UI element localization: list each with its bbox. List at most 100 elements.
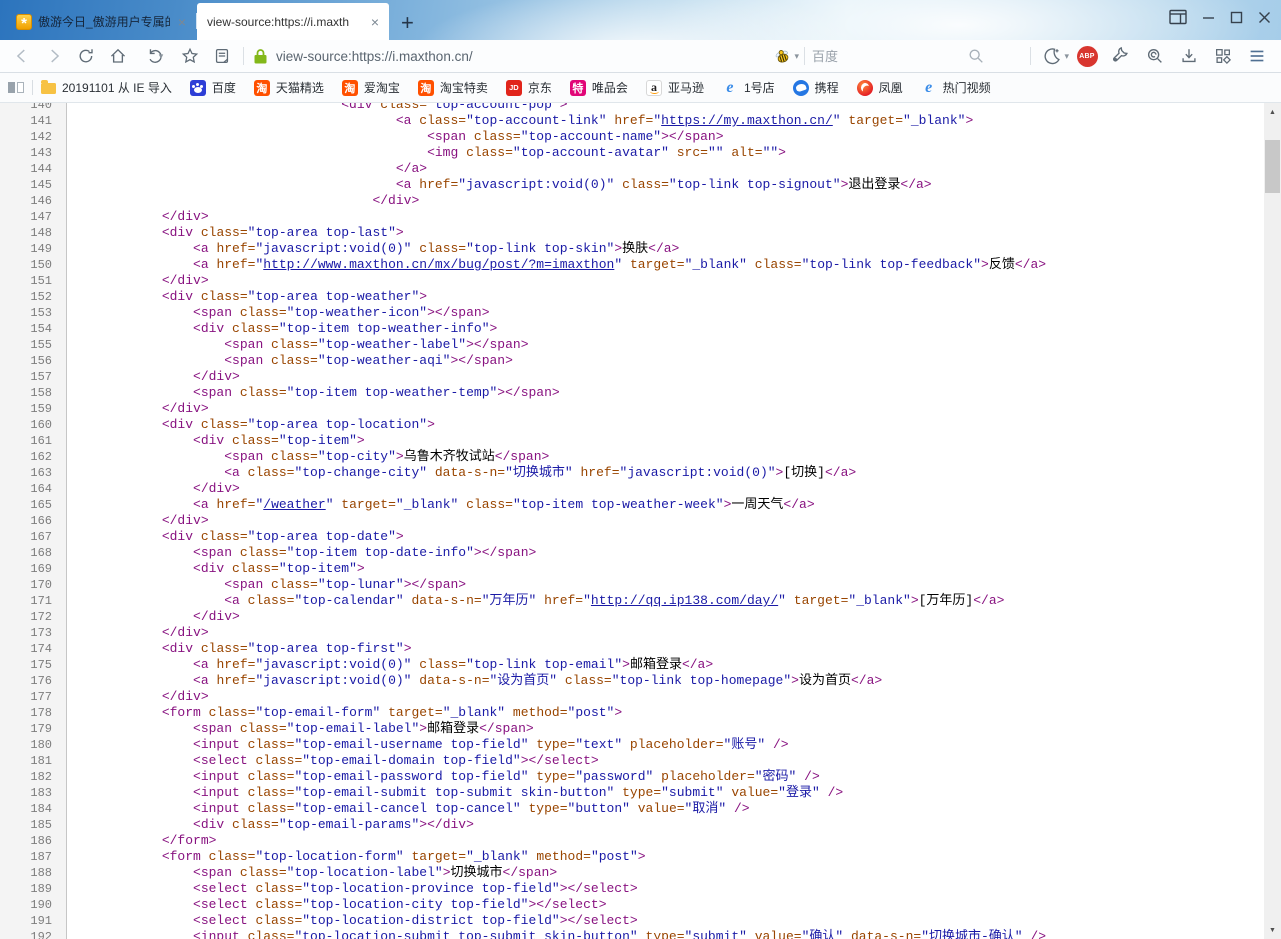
line-content: <div class="top-area top-weather"> bbox=[60, 289, 427, 305]
line-content: </div> bbox=[60, 401, 209, 417]
bookmark-label: 20191101 从 IE 导入 bbox=[62, 79, 172, 96]
toolbar-divider bbox=[1030, 47, 1031, 65]
search-engine-bee-icon[interactable] bbox=[773, 47, 792, 66]
bookmark-item[interactable]: 携程 bbox=[793, 79, 839, 96]
bookmark-label: 百度 bbox=[212, 79, 236, 96]
line-number: 148 bbox=[0, 225, 60, 241]
source-line: 184 <input class="top-email-cancel top-c… bbox=[0, 801, 1281, 817]
bookmark-item[interactable]: 淘天猫精选 bbox=[254, 79, 324, 96]
line-content: <select class="top-location-district top… bbox=[60, 913, 638, 929]
tools-wrench-icon[interactable] bbox=[1105, 46, 1137, 66]
source-line: 156 <span class="top-weather-aqi"></span… bbox=[0, 353, 1281, 369]
bookmark-folder-ie-import[interactable]: 20191101 从 IE 导入 bbox=[41, 79, 172, 96]
close-tab-icon[interactable]: × bbox=[369, 15, 381, 29]
resource-sniffer-icon[interactable] bbox=[1139, 46, 1171, 66]
source-line: 171 <a class="top-calendar" data-s-n="万年… bbox=[0, 593, 1281, 609]
tab-view-source[interactable]: view-source:https://i.maxth × bbox=[197, 3, 389, 40]
search-magnifier-icon[interactable] bbox=[960, 47, 992, 65]
line-number: 157 bbox=[0, 369, 60, 385]
undo-button[interactable]: ▾ bbox=[134, 46, 174, 66]
line-number: 180 bbox=[0, 737, 60, 753]
source-line: 148 <div class="top-area top-last"> bbox=[0, 225, 1281, 241]
source-line: 149 <a href="javascript:void(0)" class="… bbox=[0, 241, 1281, 257]
download-icon[interactable] bbox=[1173, 46, 1205, 66]
bookmark-item[interactable]: a亚马逊 bbox=[646, 79, 704, 96]
line-number: 164 bbox=[0, 481, 60, 497]
search-input[interactable] bbox=[810, 48, 960, 65]
line-content: <div class="top-item"> bbox=[60, 433, 365, 449]
source-line: 153 <span class="top-weather-icon"></spa… bbox=[0, 305, 1281, 321]
window-controls bbox=[1169, 9, 1271, 25]
night-mode-caret-icon[interactable]: ▾ bbox=[1064, 51, 1069, 62]
maximize-icon[interactable] bbox=[1230, 11, 1243, 24]
adblock-abp-icon[interactable]: ABP bbox=[1071, 46, 1103, 67]
line-content: </a> bbox=[60, 161, 427, 177]
close-window-icon[interactable] bbox=[1258, 11, 1271, 24]
line-content: <span class="top-lunar"></span> bbox=[60, 577, 466, 593]
source-link[interactable]: /weather bbox=[263, 497, 325, 512]
address-bar[interactable]: view-source:https://i.maxthon.cn/ bbox=[249, 48, 773, 65]
line-number: 159 bbox=[0, 401, 60, 417]
line-number: 190 bbox=[0, 897, 60, 913]
line-content: <a class="top-change-city" data-s-n="切换城… bbox=[60, 465, 856, 481]
line-number: 171 bbox=[0, 593, 60, 609]
favorites-star-button[interactable] bbox=[174, 46, 206, 66]
bookmark-item[interactable]: 淘爱淘宝 bbox=[342, 79, 400, 96]
source-line: 175 <a href="javascript:void(0)" class="… bbox=[0, 657, 1281, 673]
bookmark-item[interactable]: 百度 bbox=[190, 79, 236, 96]
source-line: 155 <span class="top-weather-label"></sp… bbox=[0, 337, 1281, 353]
bookmark-item[interactable]: e1号店 bbox=[722, 79, 775, 96]
line-number: 155 bbox=[0, 337, 60, 353]
line-content: <span class="top-item top-weather-temp">… bbox=[60, 385, 560, 401]
line-content: <a href="javascript:void(0)" data-s-n="设… bbox=[60, 673, 882, 689]
layout-panels-icon[interactable] bbox=[1169, 9, 1187, 25]
search-box[interactable]: ▾ bbox=[773, 47, 1025, 66]
scrollbar-thumb[interactable] bbox=[1265, 140, 1280, 193]
maxthon-today-favicon-icon: * bbox=[16, 14, 32, 30]
line-number: 143 bbox=[0, 145, 60, 161]
back-button[interactable] bbox=[6, 46, 38, 66]
line-number: 177 bbox=[0, 689, 60, 705]
e-favicon-icon: e bbox=[722, 80, 738, 96]
scroll-down-arrow-icon[interactable]: ▼ bbox=[1264, 922, 1281, 938]
bookmark-item[interactable]: 凤凰 bbox=[857, 79, 903, 96]
source-line: 157 </div> bbox=[0, 369, 1281, 385]
bookmark-item[interactable]: JD京东 bbox=[506, 79, 552, 96]
new-tab-button[interactable]: + bbox=[401, 12, 414, 34]
navigation-toolbar: ▾ view-source:https://i.maxthon.cn/ bbox=[0, 40, 1281, 73]
line-content: <div class="top-email-params"></div> bbox=[60, 817, 474, 833]
page-content: 140 <div class="top-account-pop">141 <a … bbox=[0, 103, 1281, 939]
line-content: <a href="javascript:void(0)" class="top-… bbox=[60, 657, 713, 673]
source-code: 140 <div class="top-account-pop">141 <a … bbox=[0, 103, 1281, 939]
notes-button[interactable] bbox=[206, 46, 238, 66]
source-link[interactable]: http://www.maxthon.cn/mx/bug/post/?m=ima… bbox=[263, 257, 614, 272]
bookmark-item[interactable]: 淘淘宝特卖 bbox=[418, 79, 488, 96]
favorites-sidebar-toggle-icon[interactable] bbox=[8, 82, 24, 93]
source-link[interactable]: http://qq.ip138.com/day/ bbox=[591, 593, 778, 608]
minimize-icon[interactable] bbox=[1202, 11, 1215, 24]
line-content: </div> bbox=[60, 193, 419, 209]
line-content: </div> bbox=[60, 481, 240, 497]
tao-favicon-icon: 淘 bbox=[418, 80, 434, 96]
refresh-button[interactable] bbox=[70, 46, 102, 66]
url-text[interactable]: view-source:https://i.maxthon.cn/ bbox=[276, 49, 473, 64]
line-number: 168 bbox=[0, 545, 60, 561]
source-link[interactable]: https://my.maxthon.cn/ bbox=[661, 113, 833, 128]
bookmark-item[interactable]: e热门视频 bbox=[921, 79, 991, 96]
main-menu-icon[interactable] bbox=[1241, 46, 1273, 66]
vertical-scrollbar[interactable]: ▲ ▼ bbox=[1264, 103, 1281, 939]
line-content: </div> bbox=[60, 609, 240, 625]
line-content: <select class="top-location-province top… bbox=[60, 881, 638, 897]
split-view-icon[interactable] bbox=[1207, 46, 1239, 66]
line-number: 154 bbox=[0, 321, 60, 337]
undo-dropdown-caret-icon[interactable]: ▾ bbox=[159, 51, 164, 62]
home-button[interactable] bbox=[102, 46, 134, 66]
line-number: 142 bbox=[0, 129, 60, 145]
search-engine-caret-icon[interactable]: ▾ bbox=[794, 51, 799, 62]
close-tab-icon[interactable]: × bbox=[176, 15, 188, 29]
scroll-up-arrow-icon[interactable]: ▲ bbox=[1264, 104, 1281, 120]
bookmark-item[interactable]: 特唯品会 bbox=[570, 79, 628, 96]
tab-maxthon-today[interactable]: * 傲游今日_傲游用户专属的网 × bbox=[8, 3, 196, 40]
forward-button[interactable] bbox=[38, 46, 70, 66]
source-line: 140 <div class="top-account-pop"> bbox=[0, 103, 1281, 113]
